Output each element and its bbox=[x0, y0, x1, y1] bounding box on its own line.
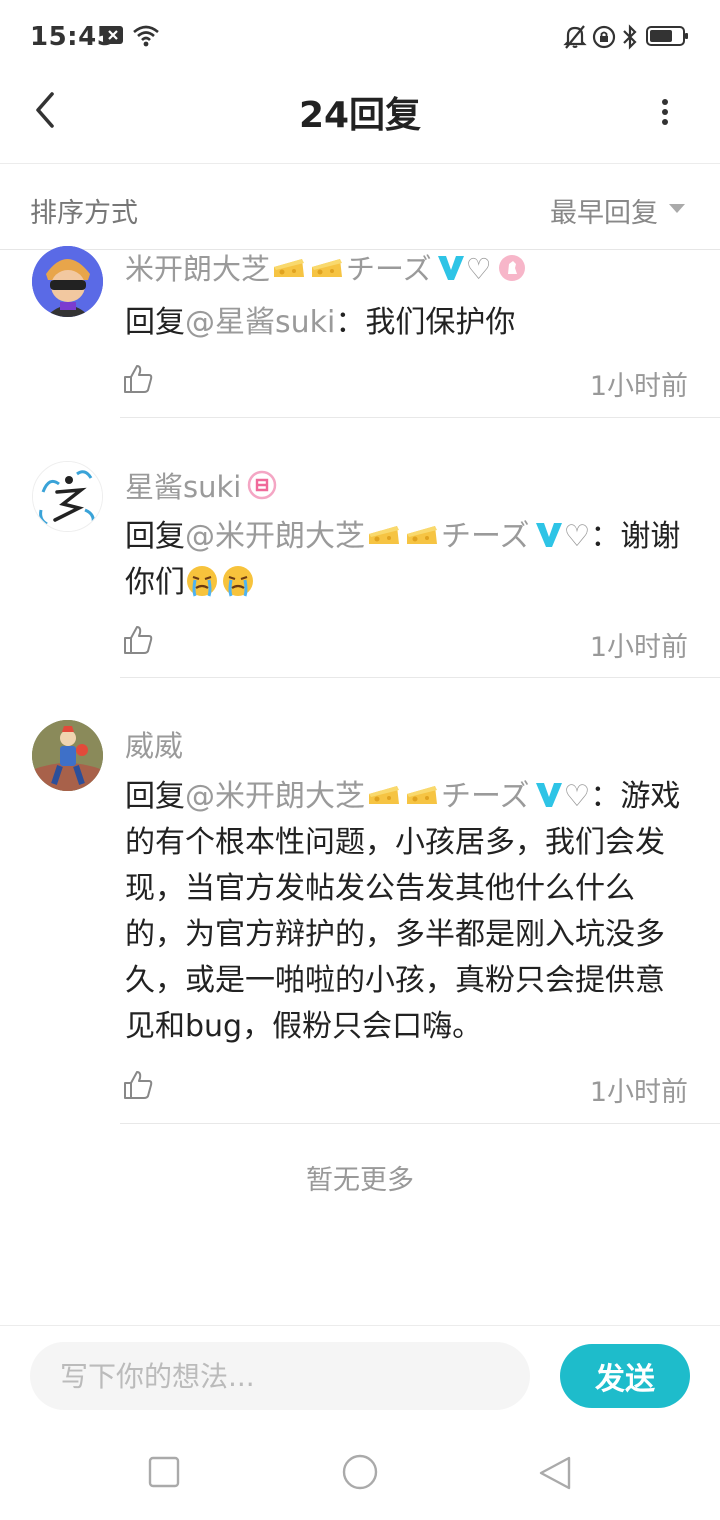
mention-link[interactable]: @星酱suki bbox=[185, 305, 335, 340]
comment-input[interactable] bbox=[30, 1342, 530, 1410]
mute-bell-icon bbox=[563, 24, 587, 54]
top-app-bar: 24回复 bbox=[0, 72, 720, 164]
like-button[interactable] bbox=[122, 1069, 154, 1101]
like-button[interactable] bbox=[122, 363, 154, 395]
avatar[interactable] bbox=[32, 461, 103, 532]
cheese-emoji-icon bbox=[367, 516, 401, 544]
sort-dropdown[interactable]: 最早回复 bbox=[550, 191, 658, 230]
cheese-emoji-icon bbox=[405, 516, 439, 544]
username-text: 星酱suki bbox=[125, 470, 242, 504]
reply-time: 1小时前 bbox=[589, 632, 688, 663]
notification-x-icon bbox=[102, 24, 124, 50]
reply-content: 回复@米开朗大芝 チーズ ♡：游戏的有个根本性问题，小孩居多，我们会发现，当官方发帖… bbox=[125, 774, 690, 1050]
rank-badge-icon bbox=[498, 255, 525, 281]
avatar[interactable] bbox=[32, 720, 103, 791]
sort-row: 排序方式 最早回复 bbox=[0, 164, 720, 250]
crying-emoji-icon bbox=[185, 564, 219, 598]
username-text: 米开朗大芝 bbox=[125, 252, 271, 286]
thumbs-up-icon bbox=[124, 1071, 153, 1099]
like-button[interactable] bbox=[122, 624, 154, 656]
username-text: 威威 bbox=[125, 729, 184, 763]
comment-composer: 发送 bbox=[0, 1325, 720, 1425]
page-title: 24回复 bbox=[298, 95, 422, 136]
username[interactable]: 星酱suki bbox=[125, 464, 277, 506]
verified-v-icon bbox=[535, 523, 562, 547]
mention-link[interactable]: @米开朗大芝 チーズ ♡ bbox=[185, 779, 590, 814]
thumbs-up-icon bbox=[124, 626, 153, 654]
caret-down-icon[interactable] bbox=[668, 203, 686, 215]
reply-time: 1小时前 bbox=[589, 1077, 688, 1108]
reply-content: 回复@米开朗大芝 チーズ ♡：谢谢你们 bbox=[125, 514, 690, 606]
username[interactable]: 威威 bbox=[125, 723, 183, 765]
wifi-icon bbox=[132, 24, 160, 52]
username-suffix: チーズ bbox=[346, 252, 432, 286]
cheese-emoji-icon bbox=[367, 776, 401, 804]
recent-apps-icon[interactable] bbox=[148, 1456, 180, 1492]
more-vertical-icon bbox=[662, 99, 668, 125]
reply-content: 回复@星酱suki：我们保护你 bbox=[125, 305, 516, 340]
status-bar: 15:45 bbox=[0, 0, 720, 72]
cheese-emoji-icon bbox=[405, 776, 439, 804]
rotation-lock-icon bbox=[592, 24, 616, 54]
sort-label: 排序方式 bbox=[30, 198, 138, 229]
system-nav-bar bbox=[0, 1425, 720, 1520]
divider bbox=[120, 1123, 720, 1124]
thumbs-up-icon bbox=[124, 365, 153, 393]
home-icon[interactable] bbox=[341, 1453, 379, 1495]
reply-item: 星酱suki 回复@米开朗大芝 チーズ ♡：谢谢你们 1小时前 bbox=[0, 418, 720, 678]
avatar[interactable] bbox=[32, 246, 103, 317]
bluetooth-icon bbox=[620, 24, 640, 54]
send-button[interactable]: 发送 bbox=[560, 1344, 690, 1408]
no-more-text: 暂无更多 bbox=[306, 1165, 414, 1196]
verified-v-icon bbox=[535, 783, 562, 807]
crying-emoji-icon bbox=[221, 564, 255, 598]
username[interactable]: 米开朗大芝 チーズ ♡ bbox=[125, 246, 526, 288]
reply-time: 1小时前 bbox=[589, 371, 688, 402]
reply-item: 威威 回复@米开朗大芝 チーズ ♡：游戏的有个根本性问题，小孩居多，我们会发现，当官… bbox=[0, 678, 720, 1124]
verified-v-icon bbox=[437, 256, 464, 280]
cheese-emoji-icon bbox=[310, 254, 344, 280]
battery-icon bbox=[646, 24, 690, 52]
heart-symbol: ♡ bbox=[465, 252, 492, 286]
cheese-emoji-icon bbox=[272, 254, 306, 280]
level-badge-icon bbox=[248, 470, 277, 500]
mention-link[interactable]: @米开朗大芝 チーズ ♡ bbox=[185, 519, 590, 554]
more-options-button[interactable] bbox=[650, 94, 680, 130]
back-triangle-icon[interactable] bbox=[538, 1455, 572, 1495]
reply-item: 米开朗大芝 チーズ ♡ 回复@星酱suki：我们保护你 1小时前 bbox=[0, 246, 720, 418]
